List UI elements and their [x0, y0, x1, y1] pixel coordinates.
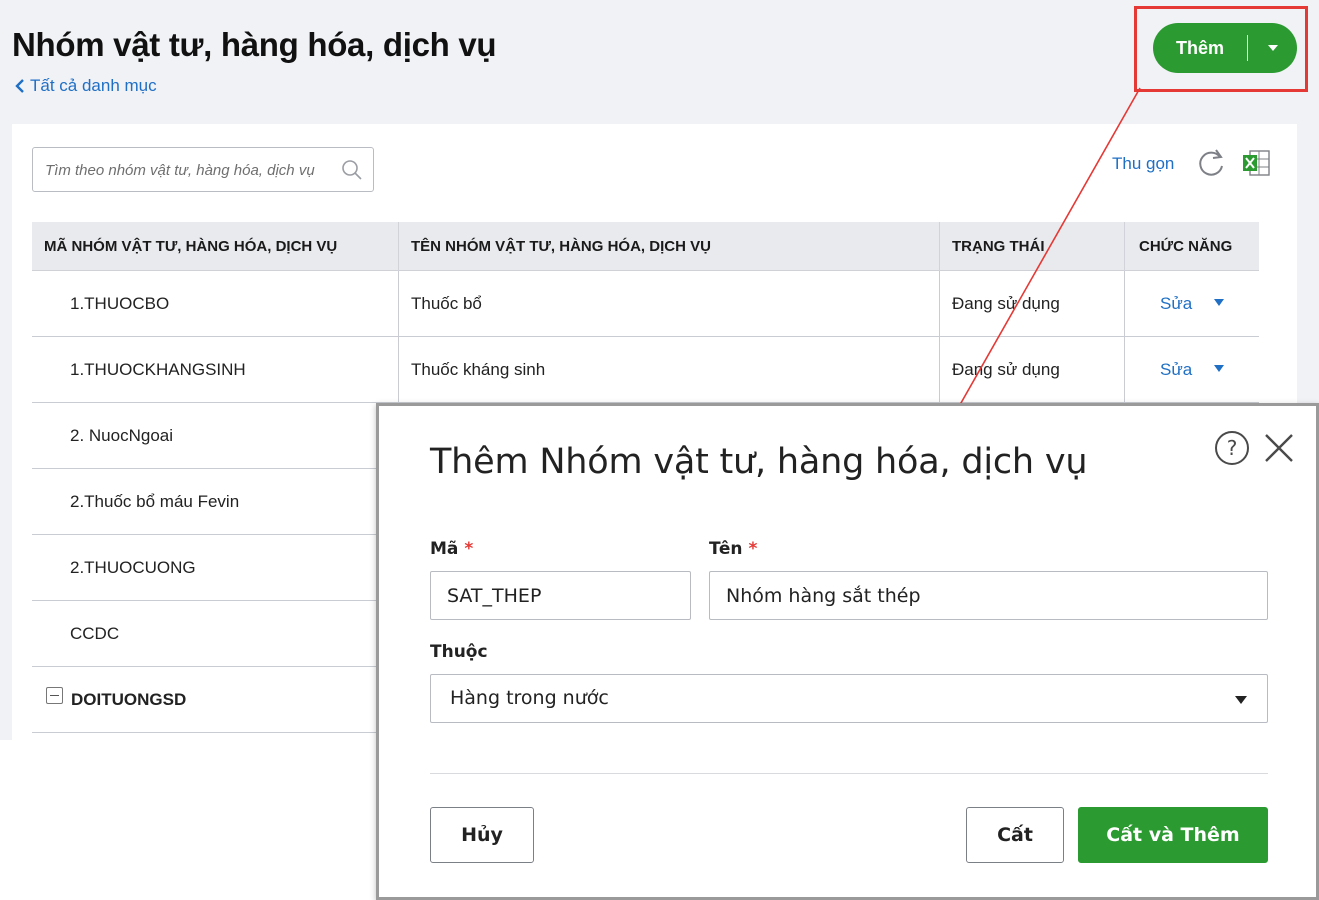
dialog-divider [430, 773, 1268, 774]
chevron-left-icon [15, 79, 24, 93]
column-divider [939, 271, 940, 336]
cell-code: 1.THUOCKHANGSINH [70, 360, 246, 379]
page-title: Nhóm vật tư, hàng hóa, dịch vụ [12, 26, 497, 63]
cell-name: Thuốc bổ [411, 294, 482, 313]
name-field-label: Tên * [709, 539, 757, 559]
cancel-button[interactable]: Hủy [430, 807, 534, 863]
add-group-dialog: Thêm Nhóm vật tư, hàng hóa, dịch vụ ? Mã… [376, 403, 1319, 900]
excel-export-icon[interactable] [1241, 148, 1271, 178]
search-box [32, 147, 374, 192]
parent-select-value: Hàng trong nước [450, 687, 609, 709]
column-divider [939, 337, 940, 402]
cell-code: 2.Thuốc bổ máu Fevin [70, 492, 240, 511]
close-icon[interactable] [1263, 432, 1295, 464]
code-field [430, 571, 691, 620]
cell-code: CCDC [70, 624, 120, 643]
refresh-icon[interactable] [1196, 148, 1226, 180]
edit-link[interactable]: Sửa [1160, 337, 1192, 402]
save-and-add-button[interactable]: Cất và Thêm [1078, 807, 1268, 863]
help-icon[interactable]: ? [1214, 430, 1250, 466]
required-mark: * [464, 539, 474, 559]
column-divider [1124, 222, 1125, 271]
parent-field-label: Thuộc [430, 642, 488, 662]
code-label-text: Mã [430, 539, 459, 559]
add-button[interactable]: Thêm [1153, 23, 1297, 73]
save-button[interactable]: Cất [966, 807, 1064, 863]
parent-select[interactable]: Hàng trong nước [430, 674, 1268, 723]
table-row[interactable]: 1.THUOCKHANGSINH Thuốc kháng sinh Đang s… [32, 337, 1259, 403]
column-header-code[interactable]: MÃ NHÓM VẬT TƯ, HÀNG HÓA, DỊCH VỤ [44, 222, 337, 271]
add-button-separator [1247, 35, 1248, 61]
name-input[interactable] [726, 583, 1251, 609]
edit-link[interactable]: Sửa [1160, 271, 1192, 336]
column-header-actions: CHỨC NĂNG [1139, 238, 1233, 255]
collapse-tree-icon[interactable] [46, 687, 63, 704]
dialog-title: Thêm Nhóm vật tư, hàng hóa, dịch vụ [430, 442, 1088, 482]
column-header-name[interactable]: TÊN NHÓM VẬT TƯ, HÀNG HÓA, DỊCH VỤ [411, 222, 711, 271]
row-actions-caret-icon[interactable] [1214, 365, 1224, 372]
cell-code: 2.THUOCUONG [70, 558, 196, 577]
cell-status: Đang sử dụng [952, 360, 1060, 379]
add-dropdown-toggle[interactable] [1248, 44, 1297, 52]
code-input[interactable] [447, 583, 674, 609]
required-mark: * [748, 539, 758, 559]
caret-down-icon [1267, 45, 1278, 51]
table-header: MÃ NHÓM VẬT TƯ, HÀNG HÓA, DỊCH VỤ TÊN NH… [32, 222, 1259, 271]
table-row[interactable]: 1.THUOCBO Thuốc bổ Đang sử dụng Sửa [32, 271, 1259, 337]
column-divider [1124, 337, 1125, 402]
cell-code: 2. NuocNgoai [70, 426, 174, 445]
cell-name: Thuốc kháng sinh [411, 360, 546, 379]
column-divider [1124, 271, 1125, 336]
svg-text:?: ? [1227, 436, 1238, 460]
column-divider [398, 337, 399, 402]
cell-code: DOITUONGSD [71, 690, 187, 709]
collapse-link[interactable]: Thu gọn [1112, 154, 1174, 174]
name-label-text: Tên [709, 539, 743, 559]
back-link[interactable]: Tất cả danh mục [14, 76, 157, 96]
column-divider [398, 222, 399, 271]
cell-code: 1.THUOCBO [70, 294, 170, 313]
column-header-status[interactable]: TRẠNG THÁI [952, 222, 1045, 271]
name-field [709, 571, 1268, 620]
back-link-label: Tất cả danh mục [30, 76, 157, 95]
caret-down-icon [1235, 696, 1247, 704]
column-divider [939, 222, 940, 271]
row-actions-caret-icon[interactable] [1214, 299, 1224, 306]
code-field-label: Mã * [430, 539, 473, 559]
column-divider [398, 271, 399, 336]
search-icon[interactable] [341, 159, 363, 181]
search-input[interactable] [45, 157, 335, 183]
cell-status: Đang sử dụng [952, 294, 1060, 313]
add-button-label: Thêm [1175, 37, 1224, 58]
